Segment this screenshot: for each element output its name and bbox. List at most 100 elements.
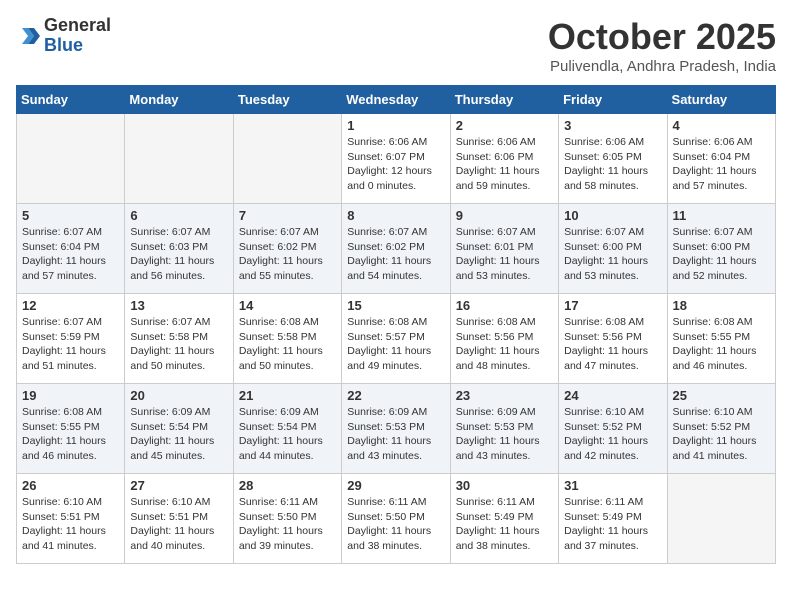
calendar-cell: 13Sunrise: 6:07 AM Sunset: 5:58 PM Dayli…: [125, 294, 233, 384]
weekday-header-friday: Friday: [559, 86, 667, 114]
day-number: 13: [130, 298, 227, 313]
logo-text: General Blue: [44, 16, 111, 56]
week-row-1: 1Sunrise: 6:06 AM Sunset: 6:07 PM Daylig…: [17, 114, 776, 204]
weekday-header-monday: Monday: [125, 86, 233, 114]
day-number: 8: [347, 208, 444, 223]
day-info: Sunrise: 6:06 AM Sunset: 6:07 PM Dayligh…: [347, 135, 444, 194]
month-title: October 2025: [548, 16, 776, 58]
day-info: Sunrise: 6:08 AM Sunset: 5:57 PM Dayligh…: [347, 315, 444, 374]
calendar-cell: [17, 114, 125, 204]
calendar-cell: 9 Sunrise: 6:07 AM Sunset: 6:01 PM Daylig…: [450, 204, 558, 294]
day-number: 29: [347, 478, 444, 493]
calendar-cell: 14Sunrise: 6:08 AM Sunset: 5:58 PM Dayli…: [233, 294, 341, 384]
day-info: Sunrise: 6:08 AM Sunset: 5:56 PM Dayligh…: [564, 315, 661, 374]
calendar-cell: 8 Sunrise: 6:07 AM Sunset: 6:02 PM Daylig…: [342, 204, 450, 294]
day-info: Sunrise: 6:09 AM Sunset: 5:54 PM Dayligh…: [130, 405, 227, 464]
day-info: Sunrise: 6:07 AM Sunset: 6:04 PM Dayligh…: [22, 225, 119, 284]
calendar-cell: [233, 114, 341, 204]
calendar-cell: 21Sunrise: 6:09 AM Sunset: 5:54 PM Dayli…: [233, 384, 341, 474]
day-number: 11: [673, 208, 770, 223]
day-number: 6: [130, 208, 227, 223]
calendar-cell: 31 Sunrise: 6:11 AM Sunset: 5:49 PM Dayli…: [559, 474, 667, 564]
day-number: 16: [456, 298, 553, 313]
day-info: Sunrise: 6:09 AM Sunset: 5:53 PM Dayligh…: [456, 405, 553, 464]
day-number: 9: [456, 208, 553, 223]
calendar-cell: 28 Sunrise: 6:11 AM Sunset: 5:50 PM Dayli…: [233, 474, 341, 564]
day-info: Sunrise: 6:06 AM Sunset: 6:04 PM Dayligh…: [673, 135, 770, 194]
calendar-cell: [125, 114, 233, 204]
day-number: 20: [130, 388, 227, 403]
weekday-header-tuesday: Tuesday: [233, 86, 341, 114]
weekday-header-sunday: Sunday: [17, 86, 125, 114]
week-row-5: 26 Sunrise: 6:10 AM Sunset: 5:51 PM Dayli…: [17, 474, 776, 564]
weekday-header-wednesday: Wednesday: [342, 86, 450, 114]
day-info: Sunrise: 6:10 AM Sunset: 5:52 PM Dayligh…: [564, 405, 661, 464]
logo: General Blue: [16, 16, 111, 56]
day-info: Sunrise: 6:07 AM Sunset: 5:59 PM Dayligh…: [22, 315, 119, 374]
day-info: Sunrise: 6:08 AM Sunset: 5:55 PM Dayligh…: [673, 315, 770, 374]
calendar-cell: 4Sunrise: 6:06 AM Sunset: 6:04 PM Daylig…: [667, 114, 775, 204]
calendar-cell: 3 Sunrise: 6:06 AM Sunset: 6:05 PM Daylig…: [559, 114, 667, 204]
day-info: Sunrise: 6:06 AM Sunset: 6:06 PM Dayligh…: [456, 135, 553, 194]
calendar-cell: 26 Sunrise: 6:10 AM Sunset: 5:51 PM Dayli…: [17, 474, 125, 564]
day-info: Sunrise: 6:11 AM Sunset: 5:49 PM Dayligh…: [564, 495, 661, 554]
day-number: 21: [239, 388, 336, 403]
day-number: 24: [564, 388, 661, 403]
calendar-cell: 6 Sunrise: 6:07 AM Sunset: 6:03 PM Daylig…: [125, 204, 233, 294]
calendar-cell: 27 Sunrise: 6:10 AM Sunset: 5:51 PM Dayli…: [125, 474, 233, 564]
day-number: 22: [347, 388, 444, 403]
day-number: 14: [239, 298, 336, 313]
weekday-header-thursday: Thursday: [450, 86, 558, 114]
calendar-cell: 25Sunrise: 6:10 AM Sunset: 5:52 PM Dayli…: [667, 384, 775, 474]
calendar-cell: 20 Sunrise: 6:09 AM Sunset: 5:54 PM Dayli…: [125, 384, 233, 474]
logo-icon: [16, 24, 40, 48]
day-info: Sunrise: 6:06 AM Sunset: 6:05 PM Dayligh…: [564, 135, 661, 194]
day-info: Sunrise: 6:10 AM Sunset: 5:51 PM Dayligh…: [22, 495, 119, 554]
logo-general-text: General: [44, 16, 111, 36]
calendar-cell: 5 Sunrise: 6:07 AM Sunset: 6:04 PM Daylig…: [17, 204, 125, 294]
day-info: Sunrise: 6:07 AM Sunset: 6:02 PM Dayligh…: [347, 225, 444, 284]
week-row-3: 12Sunrise: 6:07 AM Sunset: 5:59 PM Dayli…: [17, 294, 776, 384]
calendar-cell: 12Sunrise: 6:07 AM Sunset: 5:59 PM Dayli…: [17, 294, 125, 384]
day-number: 27: [130, 478, 227, 493]
day-number: 30: [456, 478, 553, 493]
day-number: 17: [564, 298, 661, 313]
calendar-table: SundayMondayTuesdayWednesdayThursdayFrid…: [16, 85, 776, 564]
day-number: 28: [239, 478, 336, 493]
day-number: 7: [239, 208, 336, 223]
calendar-cell: 24 Sunrise: 6:10 AM Sunset: 5:52 PM Dayli…: [559, 384, 667, 474]
day-number: 15: [347, 298, 444, 313]
day-number: 23: [456, 388, 553, 403]
day-number: 18: [673, 298, 770, 313]
location-subtitle: Pulivendla, Andhra Pradesh, India: [548, 58, 776, 75]
day-number: 26: [22, 478, 119, 493]
day-info: Sunrise: 6:08 AM Sunset: 5:56 PM Dayligh…: [456, 315, 553, 374]
logo-blue-text: Blue: [44, 36, 111, 56]
calendar-cell: 10 Sunrise: 6:07 AM Sunset: 6:00 PM Dayli…: [559, 204, 667, 294]
day-number: 5: [22, 208, 119, 223]
day-info: Sunrise: 6:07 AM Sunset: 6:01 PM Dayligh…: [456, 225, 553, 284]
day-info: Sunrise: 6:11 AM Sunset: 5:50 PM Dayligh…: [347, 495, 444, 554]
day-info: Sunrise: 6:07 AM Sunset: 6:03 PM Dayligh…: [130, 225, 227, 284]
calendar-cell: 16 Sunrise: 6:08 AM Sunset: 5:56 PM Dayli…: [450, 294, 558, 384]
calendar-cell: 30Sunrise: 6:11 AM Sunset: 5:49 PM Dayli…: [450, 474, 558, 564]
day-info: Sunrise: 6:10 AM Sunset: 5:51 PM Dayligh…: [130, 495, 227, 554]
day-number: 2: [456, 118, 553, 133]
calendar-cell: 7Sunrise: 6:07 AM Sunset: 6:02 PM Daylig…: [233, 204, 341, 294]
day-info: Sunrise: 6:07 AM Sunset: 6:00 PM Dayligh…: [564, 225, 661, 284]
week-row-4: 19Sunrise: 6:08 AM Sunset: 5:55 PM Dayli…: [17, 384, 776, 474]
page-header: General Blue October 2025 Pulivendla, An…: [16, 16, 776, 75]
day-number: 10: [564, 208, 661, 223]
day-info: Sunrise: 6:10 AM Sunset: 5:52 PM Dayligh…: [673, 405, 770, 464]
day-number: 31: [564, 478, 661, 493]
day-info: Sunrise: 6:11 AM Sunset: 5:50 PM Dayligh…: [239, 495, 336, 554]
title-block: October 2025 Pulivendla, Andhra Pradesh,…: [548, 16, 776, 75]
calendar-cell: 17 Sunrise: 6:08 AM Sunset: 5:56 PM Dayli…: [559, 294, 667, 384]
calendar-cell: 1Sunrise: 6:06 AM Sunset: 6:07 PM Daylig…: [342, 114, 450, 204]
weekday-header-row: SundayMondayTuesdayWednesdayThursdayFrid…: [17, 86, 776, 114]
day-number: 3: [564, 118, 661, 133]
calendar-cell: 18 Sunrise: 6:08 AM Sunset: 5:55 PM Dayli…: [667, 294, 775, 384]
calendar-cell: [667, 474, 775, 564]
calendar-cell: 11Sunrise: 6:07 AM Sunset: 6:00 PM Dayli…: [667, 204, 775, 294]
week-row-2: 5 Sunrise: 6:07 AM Sunset: 6:04 PM Daylig…: [17, 204, 776, 294]
